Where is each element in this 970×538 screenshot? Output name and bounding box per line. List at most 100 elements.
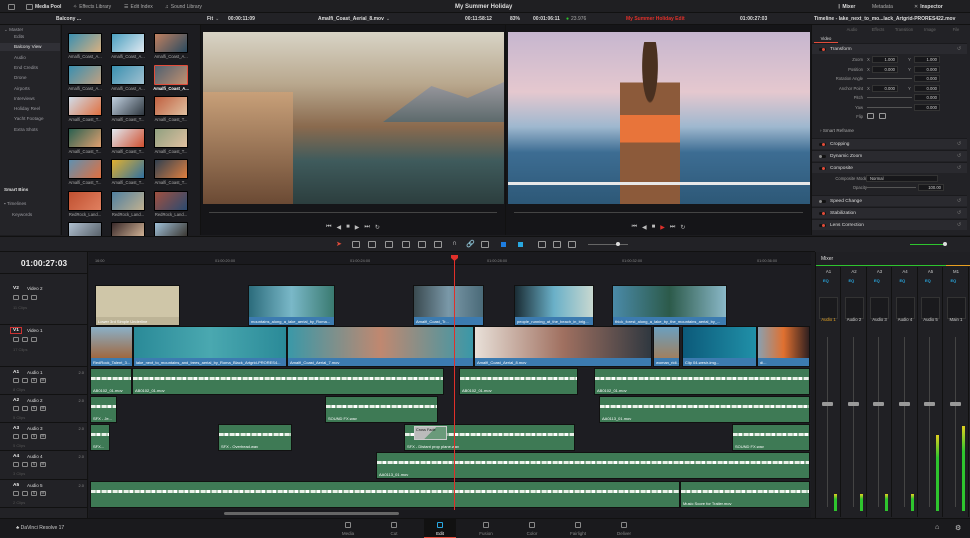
track-name[interactable]: Audio 3 [27,426,43,431]
lock-icon[interactable] [13,434,19,439]
bin-item[interactable]: Audio [14,55,26,60]
marker-color-icon[interactable] [518,242,523,247]
tab-media-pool[interactable]: Media Pool [26,2,61,11]
clip-thumbnail[interactable] [68,33,102,53]
param-slider[interactable] [867,106,912,108]
section-speed-change[interactable]: Speed Change ↺ [812,195,967,206]
auto-select-icon[interactable] [22,295,28,300]
bin-item[interactable]: Balcony View [0,42,60,51]
eq-button[interactable]: EQ [849,278,855,283]
eq-button[interactable]: EQ [900,278,906,283]
inspector-tab-audio[interactable]: Audio [840,27,864,32]
page-edit[interactable]: Edit [424,519,456,538]
solo-button[interactable]: S [31,462,37,467]
eq-button[interactable]: EQ [951,278,957,283]
pan-control[interactable] [946,297,966,319]
panel-toggle-button[interactable] [8,2,15,11]
clip-thumbnail[interactable] [68,64,102,85]
track-id[interactable]: A4 [13,454,19,459]
solo-button[interactable]: S [31,434,37,439]
fader-knob[interactable] [898,401,910,406]
home-icon[interactable]: ⌂ [935,524,939,531]
clip-thumbnail[interactable] [154,190,188,211]
page-fusion[interactable]: Fusion [470,519,502,538]
clip-thumbnail[interactable] [68,96,102,116]
track-id[interactable]: V2 [13,286,19,291]
audio-clip[interactable]: AB0102_01.mov [132,368,444,395]
reverse-play-icon[interactable]: ◀ [642,224,647,231]
clip-thumbnail[interactable] [154,33,188,53]
reset-icon[interactable]: ↺ [957,139,961,150]
bin-item[interactable]: Drone [14,75,27,80]
video-clip[interactable]: mountains_along_a_lake_aerial_by_Roma... [248,285,335,326]
enable-toggle[interactable] [819,200,826,203]
composite-mode-select[interactable]: Normal [866,175,938,182]
page-color[interactable]: Color [516,519,548,538]
enable-toggle[interactable] [819,155,826,158]
reset-icon[interactable]: ↺ [957,163,961,174]
inspector-tab-image[interactable]: Image [918,27,942,32]
fader-knob[interactable] [949,401,961,406]
opacity-slider[interactable] [866,187,916,188]
clip-thumbnail[interactable] [111,96,145,116]
track-id[interactable]: A5 [13,483,19,488]
flip-vertical-icon[interactable] [879,113,886,119]
enable-toggle[interactable] [819,212,826,215]
play-icon[interactable]: ▶ [660,224,665,231]
enable-toggle[interactable] [819,143,826,146]
fader-knob[interactable] [822,401,833,406]
playhead[interactable] [454,256,455,510]
x-value-field[interactable]: 0.000 [872,84,898,92]
inspector-tab-effects[interactable]: Effects [866,27,890,32]
timeline-scrubber[interactable] [514,212,803,213]
video-clip[interactable]: Amalfi_Coast_Aerial_8.mov [474,326,652,367]
pan-control[interactable] [819,297,838,319]
video-clip[interactable]: Amalfi_Coast_Tr... [413,285,484,326]
jump-start-icon[interactable]: ⏮ [632,224,637,231]
audio-clip[interactable]: AA0113_01.mov [376,452,810,479]
audio-clip[interactable]: SFX - Overhead.wav [218,424,292,451]
auto-select-icon[interactable] [22,434,28,439]
pan-control[interactable] [870,297,889,319]
inspector-tab-transition[interactable]: Transition [892,27,916,32]
bin-item[interactable]: Airports [14,86,30,91]
timeline-zoom-select[interactable]: 83% [510,14,520,23]
tab-metadata[interactable]: Metadata [872,2,893,11]
auto-select-icon[interactable] [22,462,28,467]
track-id[interactable]: A2 [13,398,19,403]
bin-selector[interactable]: Balcony ... [56,14,81,23]
y-value-field[interactable]: 0.000 [914,65,940,73]
bin-item[interactable]: End Credits [14,65,38,70]
enable-toggle[interactable] [819,224,826,227]
zoom-full-icon[interactable] [538,241,546,248]
scrollbar-thumb[interactable] [224,512,399,515]
clip-thumbnail[interactable] [154,64,188,85]
fader-knob[interactable] [873,401,884,406]
clip-thumbnail[interactable] [68,127,102,148]
enable-toggle[interactable] [819,167,826,170]
audio-clip[interactable]: SFX - Je... [90,396,117,423]
bin-item[interactable]: Holiday Reel [14,106,40,111]
video-clip[interactable]: RedRock_Talent_3... [90,326,133,367]
track-name[interactable]: Video 2 [27,286,43,291]
track-name[interactable]: Audio 1 [27,370,43,375]
param-slider[interactable] [867,78,912,79]
volume-slider[interactable] [910,242,947,246]
play-icon[interactable]: ▶ [355,224,360,231]
timeline-viewer[interactable]: ⏮ ◀ ■ ▶ ⏭ ↻ [505,25,811,235]
x-value-field[interactable]: 1.000 [872,56,898,63]
smart-bin-keywords[interactable]: Keywords [12,212,32,217]
timeline-scrollbar[interactable] [89,510,811,518]
timeline-tracks[interactable]: 16:00 01:00:20:00 01:00:24:00 01:00:28:00 01… [89,252,811,510]
tab-mixer[interactable]: ⫼ Mixer [838,2,855,11]
reset-icon[interactable]: ↺ [957,151,961,162]
tab-edit-index[interactable]: ☰ Edit Index [124,2,153,11]
cross-fade-transition[interactable]: Cross Fade [414,426,447,440]
reset-icon[interactable]: ↺ [957,208,961,219]
bin-item[interactable]: Yacht Footage [14,116,44,121]
lock-icon[interactable] [13,462,19,467]
audio-clip[interactable]: SOUND FX.wav [325,396,438,423]
audio-clip[interactable]: AB0102_01.mov [90,368,132,395]
video-clip[interactable]: thick_forest_along_a_lake_by_the_mountai… [612,285,727,326]
source-zoom-select[interactable]: Fit ⌄ [207,14,219,23]
